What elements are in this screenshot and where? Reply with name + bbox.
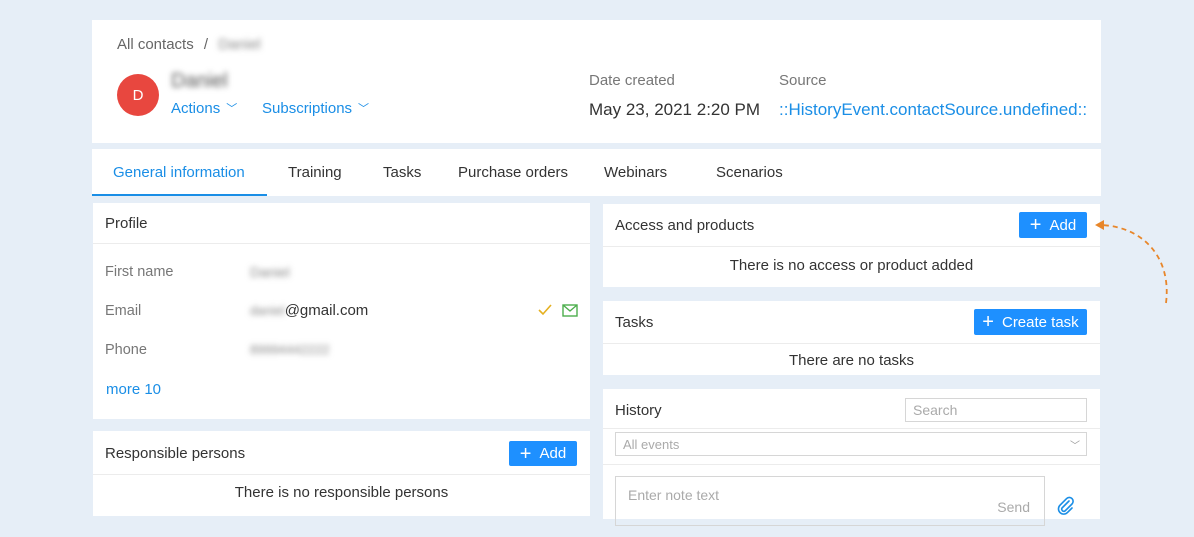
access-products-card: Access and products + Add There is no acc…	[603, 204, 1100, 287]
tab-label: Webinars	[604, 164, 668, 181]
date-created-value: May 23, 2021 2:20 PM	[589, 100, 761, 119]
tab-label: Scenarios	[716, 164, 783, 181]
divider	[603, 246, 1100, 247]
responsible-empty-text: There is no responsible persons	[234, 484, 449, 501]
access-products-title: Access and products	[615, 217, 755, 234]
more-fields-link[interactable]: more 10	[106, 381, 161, 398]
history-events-select[interactable]: All events ﹀	[615, 432, 1087, 456]
subscriptions-dropdown[interactable]: Subscriptions ﹀	[262, 100, 369, 117]
divider	[603, 343, 1100, 344]
phone-label: Phone	[105, 342, 147, 358]
profile-card: Profile First name Daniel Email daniel@g…	[93, 203, 590, 419]
tasks-title: Tasks	[615, 314, 654, 331]
email-prefix: daniel	[250, 303, 285, 318]
breadcrumb-separator: /	[203, 36, 209, 53]
responsible-persons-card: Responsible persons + Add There is no res…	[93, 431, 590, 516]
add-access-button[interactable]: + Add	[1019, 212, 1087, 238]
add-label: Add	[1049, 216, 1077, 234]
actions-dropdown[interactable]: Actions ﹀	[171, 100, 237, 117]
email-value[interactable]: daniel@gmail.com	[250, 302, 368, 319]
create-task-button[interactable]: + Create task	[974, 309, 1087, 335]
chevron-down-icon: ﹀	[358, 103, 370, 115]
source-label: Source	[779, 72, 827, 89]
avatar: D	[117, 74, 159, 116]
tabs-bar: General information Training Tasks Purch…	[92, 149, 1101, 196]
divider	[603, 464, 1100, 465]
tab-webinars[interactable]: Webinars	[604, 149, 667, 197]
tab-tasks[interactable]: Tasks	[383, 149, 421, 197]
date-created-label: Date created	[589, 72, 675, 89]
email-label: Email	[105, 303, 142, 319]
breadcrumb: All contacts / Daniel	[117, 36, 261, 53]
tab-label: Training	[288, 164, 342, 181]
note-placeholder: Enter note text	[628, 487, 720, 503]
tab-purchase-orders[interactable]: Purchase orders	[458, 149, 568, 197]
email-domain: @gmail.com	[284, 302, 369, 319]
tab-label: Tasks	[383, 164, 422, 181]
breadcrumb-current: Daniel	[218, 36, 261, 53]
tab-training[interactable]: Training	[288, 149, 342, 197]
plus-icon: +	[519, 442, 532, 465]
mail-icon[interactable]	[562, 304, 578, 317]
plus-icon: +	[1029, 214, 1042, 236]
history-title: History	[615, 402, 662, 419]
history-card: History Search All events ﹀ Enter note t…	[603, 389, 1100, 526]
divider	[603, 428, 1100, 429]
chevron-down-icon: ﹀	[226, 103, 238, 115]
search-placeholder: Search	[913, 402, 958, 418]
annotation-arrow-icon	[1095, 220, 1168, 304]
create-task-label: Create task	[1001, 313, 1079, 331]
tasks-card: Tasks + Create task There are no tasks	[603, 301, 1100, 375]
tab-label: Purchase orders	[458, 164, 569, 181]
profile-title: Profile	[105, 215, 148, 232]
actions-label: Actions	[171, 100, 221, 117]
responsible-persons-title: Responsible persons	[105, 445, 246, 462]
active-tab-indicator	[92, 194, 267, 196]
add-label: Add	[539, 445, 567, 462]
phone-value[interactable]: 89994442222	[250, 342, 330, 357]
tab-scenarios[interactable]: Scenarios	[716, 149, 783, 197]
contact-name: Daniel	[171, 70, 228, 92]
contact-header-card: All contacts / Daniel D Daniel Actions ﹀ …	[92, 20, 1101, 143]
tab-label: General information	[113, 164, 245, 181]
chevron-down-icon: ﹀	[1070, 441, 1080, 452]
tasks-empty-text: There are no tasks	[788, 352, 915, 369]
avatar-letter: D	[132, 86, 144, 104]
access-empty-text: There is no access or product added	[729, 257, 974, 274]
history-search-input[interactable]: Search	[905, 398, 1087, 422]
select-value: All events	[623, 436, 680, 452]
note-textarea[interactable]: Enter note text Send	[615, 476, 1045, 526]
first-name-value[interactable]: Daniel	[250, 264, 290, 280]
source-value[interactable]: ::HistoryEvent.contactSource.undefined::	[779, 100, 1087, 120]
subscriptions-label: Subscriptions	[262, 100, 353, 117]
breadcrumb-all-contacts[interactable]: All contacts	[117, 36, 194, 53]
divider	[93, 474, 590, 475]
divider	[93, 243, 590, 244]
paperclip-icon[interactable]	[1057, 496, 1075, 516]
plus-icon: +	[982, 311, 994, 333]
first-name-label: First name	[105, 264, 174, 280]
send-button[interactable]: Send	[997, 499, 1030, 515]
tab-general-information[interactable]: General information	[113, 149, 245, 197]
add-responsible-button[interactable]: + Add	[509, 441, 577, 466]
check-icon	[537, 302, 553, 318]
